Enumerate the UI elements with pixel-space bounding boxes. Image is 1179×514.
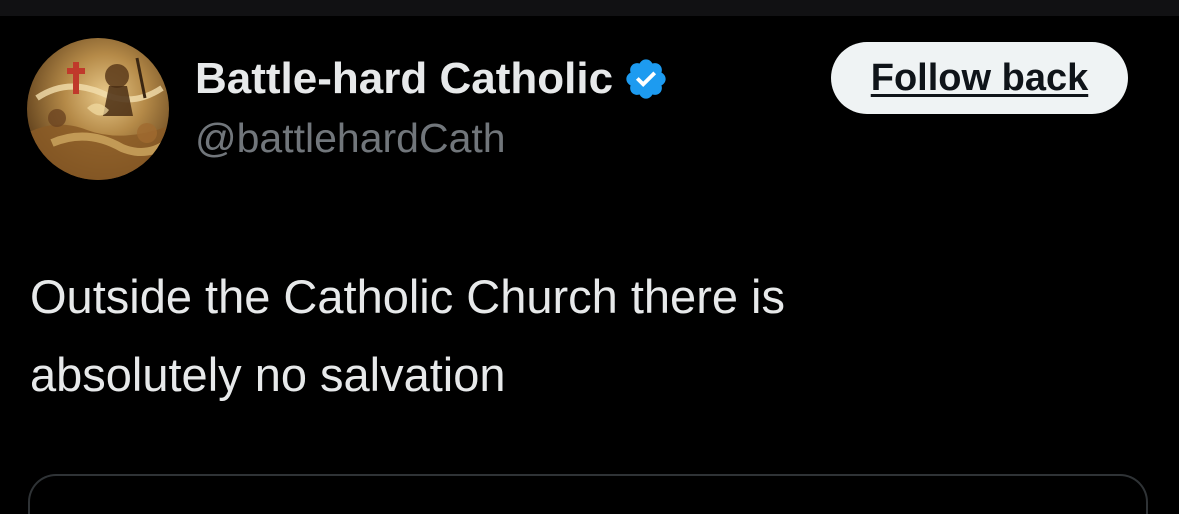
tweet-text: Outside the Catholic Church there is abs…: [30, 258, 1130, 414]
top-status-strip: [0, 0, 1179, 16]
tweet-text-line-2: absolutely no salvation: [30, 348, 506, 401]
painting-avatar-icon: [27, 57, 169, 180]
embedded-card-edge[interactable]: [28, 474, 1148, 514]
verified-badge-icon[interactable]: [623, 56, 669, 102]
display-name[interactable]: Battle-hard Catholic: [195, 54, 669, 104]
user-handle[interactable]: @battlehardCath: [195, 115, 506, 162]
display-name-text[interactable]: Battle-hard Catholic: [195, 54, 613, 104]
tweet-text-line-1: Outside the Catholic Church there is: [30, 270, 785, 323]
avatar[interactable]: [27, 38, 169, 180]
follow-back-button[interactable]: Follow back: [831, 42, 1128, 114]
